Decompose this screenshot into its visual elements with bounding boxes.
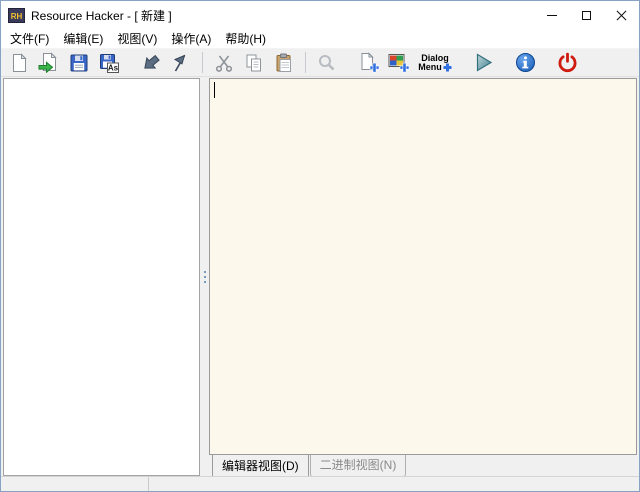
resource-tree-panel[interactable] [3,78,200,476]
dark-flag-icon [171,53,191,73]
svg-text:RH: RH [11,12,23,21]
toolbar: As [1,49,639,77]
status-bar [1,476,639,491]
tab-binary-view[interactable]: 二进制视图(N) [310,455,407,477]
floppy-disk-icon [69,53,89,73]
add-dialog-menu-button[interactable]: Dialog Menu [414,50,456,76]
save-as-button[interactable]: As [94,50,124,76]
copy-pages-icon [244,53,264,73]
menu-action[interactable]: 操作(A) [164,29,218,48]
maximize-icon [582,11,591,20]
about-button[interactable] [510,50,540,76]
menu-file[interactable]: 文件(F) [3,29,56,48]
run-button[interactable] [468,50,498,76]
new-file-button[interactable] [4,50,34,76]
plus-icon [443,63,452,72]
text-caret [214,82,215,98]
toolbar-separator [202,52,203,73]
status-section-left [1,477,149,491]
menu-help[interactable]: 帮助(H) [218,29,273,48]
clipboard-icon [274,53,294,73]
play-icon [473,52,494,73]
maximize-button[interactable] [569,1,604,29]
panel-splitter[interactable] [200,78,209,476]
cut-button[interactable] [209,50,239,76]
status-section-right [149,477,639,491]
blank-page-icon [9,53,29,73]
window-controls [534,1,639,29]
menu-view[interactable]: 视图(V) [110,29,164,48]
close-icon [616,10,627,21]
view-tabs: 编辑器视图(D) 二进制视图(N) [209,455,637,476]
dark-arrow-icon [141,53,161,73]
scissors-icon [214,53,234,73]
power-icon [557,52,578,73]
page-plus-icon [359,52,380,73]
main-area: 编辑器视图(D) 二进制视图(N) [1,77,639,476]
paste-button[interactable] [269,50,299,76]
save-button[interactable] [64,50,94,76]
menu-bar: 文件(F) 编辑(E) 视图(V) 操作(A) 帮助(H) [1,29,639,49]
copy-button[interactable] [239,50,269,76]
app-icon[interactable]: RH [8,8,25,23]
floppy-disk-as-icon: As [99,53,119,73]
edit-script-button[interactable] [166,50,196,76]
open-file-button[interactable] [34,50,64,76]
compile-button[interactable] [136,50,166,76]
tab-editor-view[interactable]: 编辑器视图(D) [212,455,309,478]
menu-edit[interactable]: 编辑(E) [56,29,110,48]
splitter-dots [204,276,206,278]
title-bar: RH Resource Hacker - [ 新建 ] [1,1,639,29]
svg-text:As: As [108,63,119,72]
exit-button[interactable] [552,50,582,76]
bitmap-plus-icon [388,52,410,73]
editor-text-area[interactable] [209,78,637,455]
add-resource-button[interactable] [354,50,384,76]
app-window: RH Resource Hacker - [ 新建 ] 文件(F) 编辑(E) … [0,0,640,492]
toolbar-separator [305,52,306,73]
close-button[interactable] [604,1,639,29]
splitter-dots [204,281,206,283]
splitter-dots [204,271,206,273]
minimize-icon [547,15,557,16]
page-green-arrow-icon [38,52,60,73]
minimize-button[interactable] [534,1,569,29]
window-title: Resource Hacker - [ 新建 ] [31,7,534,24]
editor-pane: 编辑器视图(D) 二进制视图(N) [209,78,637,476]
dialog-menu-label-line2: Menu [418,63,442,72]
add-image-resource-button[interactable] [384,50,414,76]
find-button[interactable] [312,50,342,76]
magnifier-icon [317,53,337,73]
info-icon [515,52,536,73]
